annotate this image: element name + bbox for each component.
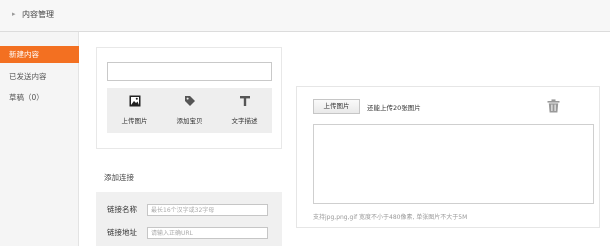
add-item-tool[interactable]: 添加宝贝 [162, 88, 217, 133]
link-name-label: 链接名称 [107, 205, 137, 214]
upload-image-label: 上传图片 [121, 117, 148, 125]
caret-right-icon: ▸ [12, 10, 16, 18]
title-input[interactable] [107, 62, 272, 81]
image-icon [129, 95, 140, 107]
image-drop-area[interactable] [313, 124, 594, 204]
upload-support-note: 支持jpg,png,gif 宽度不小于480像素, 单张图片不大于5M [313, 214, 468, 221]
text-icon [239, 96, 250, 106]
text-description-tool[interactable]: 文字描述 [217, 88, 272, 133]
add-link-heading: 添加连接 [104, 173, 134, 182]
add-item-label: 添加宝贝 [176, 117, 203, 125]
link-url-input[interactable] [147, 227, 268, 239]
tag-icon [184, 96, 195, 106]
text-description-label: 文字描述 [231, 117, 258, 125]
sidebar-item-new-content[interactable]: 新建内容 [0, 46, 79, 63]
upload-image-tool[interactable]: 上传图片 [107, 88, 162, 133]
link-url-label: 链接地址 [107, 228, 137, 237]
upload-remaining-hint: 还能上传20张图片 [367, 104, 421, 112]
insert-toolbar: 上传图片 添加宝贝 文字描述 [107, 88, 272, 133]
link-name-input[interactable] [147, 204, 268, 216]
page-header: ▸ 内容管理 [0, 0, 610, 32]
sidebar-item-drafts[interactable]: 草稿（0） [0, 89, 79, 106]
trash-icon[interactable] [547, 99, 560, 113]
upload-image-button[interactable]: 上传图片 [313, 99, 360, 114]
sidebar: 新建内容 已发送内容 草稿（0） [0, 32, 79, 246]
page-title: 内容管理 [22, 10, 54, 19]
sidebar-item-sent-content[interactable]: 已发送内容 [0, 68, 79, 85]
